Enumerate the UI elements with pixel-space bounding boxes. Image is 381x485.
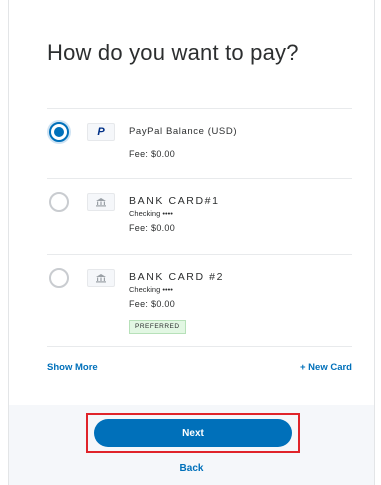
fee-text: Fee: $0.00: [129, 299, 176, 309]
payment-card: How do you want to pay? P PayPal Balance…: [8, 0, 375, 485]
radio-selected-icon[interactable]: [49, 122, 69, 142]
divider: [47, 346, 352, 347]
bank-icon: [87, 269, 115, 287]
payment-option-name: BANK CARD#1: [129, 195, 220, 207]
back-link[interactable]: Back: [9, 463, 374, 474]
fee-text: Fee: $0.00: [129, 223, 176, 233]
payment-option-name: BANK CARD #2: [129, 271, 225, 283]
radio-unselected-icon[interactable]: [49, 192, 69, 212]
next-button[interactable]: Next: [94, 419, 292, 447]
show-more-link[interactable]: Show More: [47, 362, 98, 373]
account-type-text: Checking ••••: [129, 209, 173, 218]
page-title: How do you want to pay?: [47, 40, 299, 65]
footer: Next Back: [9, 405, 374, 485]
account-type-text: Checking ••••: [129, 285, 173, 294]
radio-unselected-icon[interactable]: [49, 268, 69, 288]
fee-text: Fee: $0.00: [129, 149, 176, 159]
next-button-highlight: Next: [86, 413, 300, 453]
payment-option-paypal-balance[interactable]: P PayPal Balance (USD) Fee: $0.00: [47, 108, 352, 178]
new-card-link[interactable]: + New Card: [300, 362, 352, 373]
payment-option-name: PayPal Balance (USD): [129, 126, 238, 137]
bank-icon: [87, 193, 115, 211]
preferred-badge: PREFERRED: [129, 320, 186, 334]
payment-option-bank-card-2[interactable]: BANK CARD #2 Checking •••• Fee: $0.00 PR…: [47, 254, 352, 346]
paypal-logo-icon: P: [87, 123, 115, 141]
payment-option-bank-card-1[interactable]: BANK CARD#1 Checking •••• Fee: $0.00: [47, 178, 352, 254]
